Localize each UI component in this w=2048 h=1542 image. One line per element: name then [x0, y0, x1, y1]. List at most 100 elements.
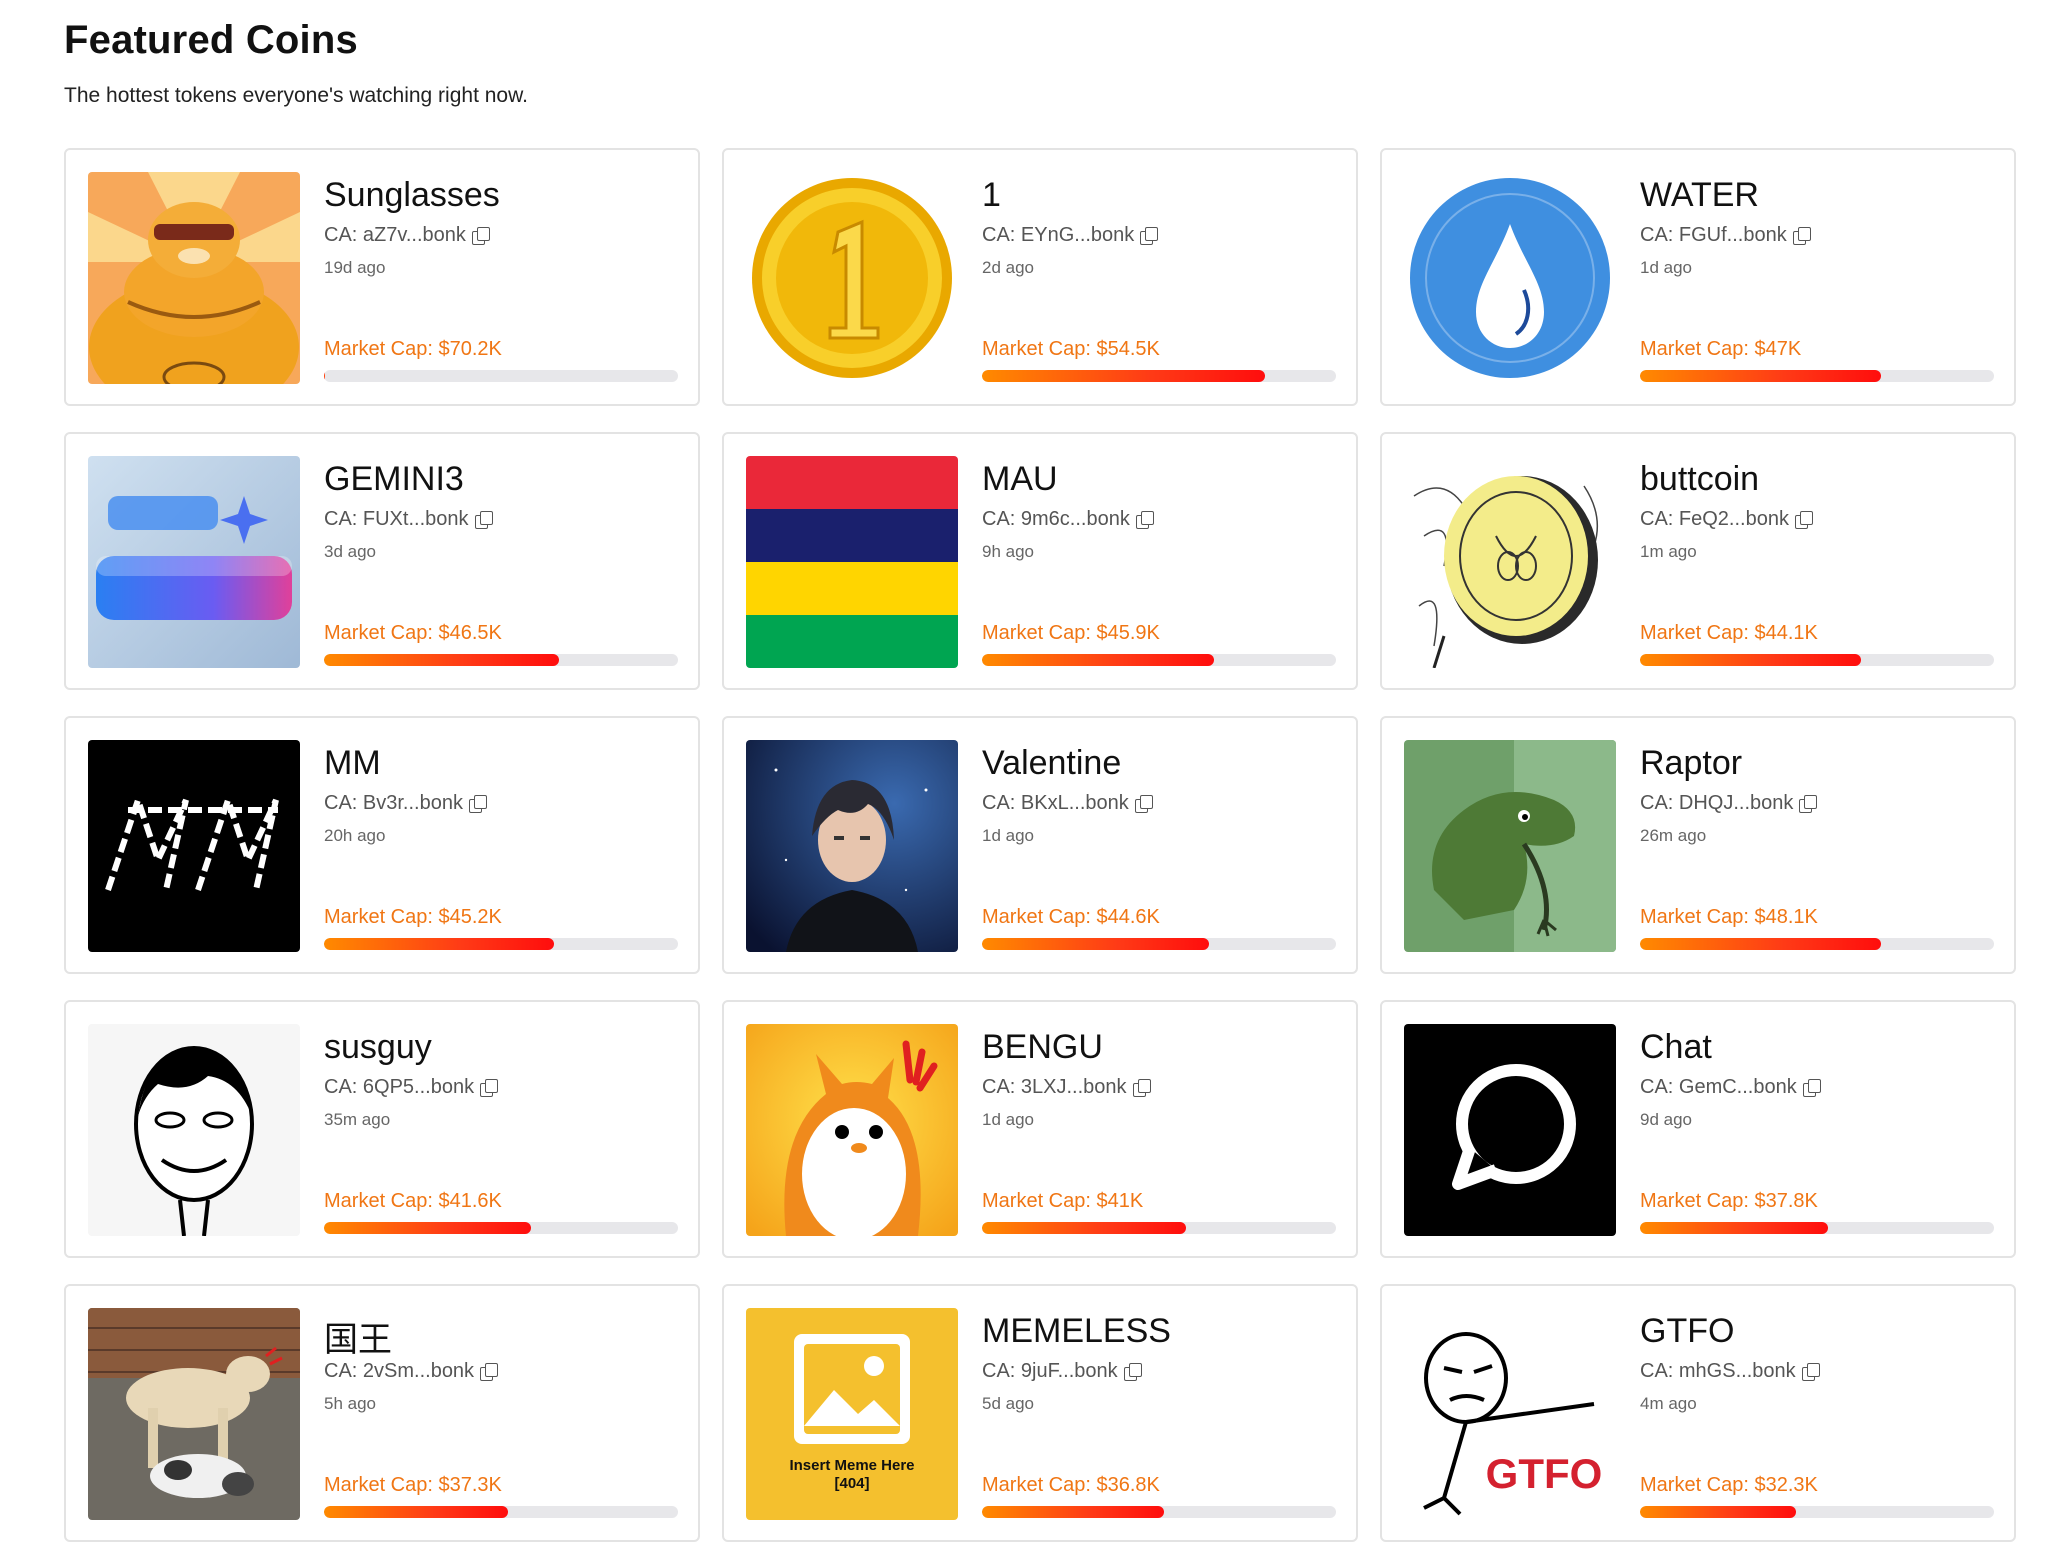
coin-card-water[interactable]: WATER CA: FGUf...bonk 1d ago Market Cap:…	[1380, 148, 2016, 406]
sus-face-meme-icon	[88, 1024, 300, 1236]
market-cap-progress-fill	[324, 938, 555, 950]
coin-age: 9d ago	[1640, 1110, 1692, 1129]
coin-card-susguy[interactable]: susguy CA: 6QP5...bonk 35m ago Market Ca…	[64, 1000, 700, 1258]
contract-address: CA: 3LXJ...bonk	[982, 1076, 1151, 1099]
contract-address-text: CA: Bv3r...bonk	[324, 792, 463, 814]
contract-address: CA: 6QP5...bonk	[324, 1076, 499, 1099]
market-cap-progress-fill	[982, 1506, 1165, 1518]
coin-card-chat[interactable]: Chat CA: GemC...bonk 9d ago Market Cap: …	[1380, 1000, 2016, 1258]
contract-address-text: CA: 9juF...bonk	[982, 1360, 1118, 1382]
market-cap-progress-bar	[982, 370, 1336, 382]
copy-icon[interactable]	[468, 794, 487, 813]
anime-man-portrait-icon	[746, 740, 958, 952]
copy-icon[interactable]	[1801, 1362, 1820, 1381]
coin-name: BENGU	[982, 1028, 1103, 1066]
copy-icon[interactable]	[474, 510, 493, 529]
coin-card-sunglasses[interactable]: Sunglasses CA: aZ7v...bonk 19d ago Marke…	[64, 148, 700, 406]
coin-name: MEMELESS	[982, 1312, 1171, 1350]
copy-icon[interactable]	[1794, 510, 1813, 529]
coin-card-valentine[interactable]: Valentine CA: BKxL...bonk 1d ago Market …	[722, 716, 1358, 974]
thumb-caption-1: Insert Meme Here	[789, 1457, 914, 1474]
coin-name: buttcoin	[1640, 460, 1760, 498]
copy-icon[interactable]	[1123, 1362, 1142, 1381]
contract-address: CA: FUXt...bonk	[324, 508, 493, 531]
coin-age: 5d ago	[982, 1394, 1034, 1413]
copy-icon[interactable]	[471, 226, 490, 245]
contract-address: CA: EYnG...bonk	[982, 224, 1159, 247]
market-cap: Market Cap: $36.8K	[982, 1474, 1160, 1496]
contract-address: CA: BKxL...bonk	[982, 792, 1153, 815]
orange-cat-sunglasses-icon	[88, 172, 300, 384]
coin-card-memeless[interactable]: Insert Meme Here [404] MEMELESS CA: 9juF…	[722, 1284, 1358, 1542]
coin-age: 2d ago	[982, 258, 1034, 277]
coin-age: 4m ago	[1640, 1394, 1697, 1413]
coin-card-mau[interactable]: MAU CA: 9m6c...bonk 9h ago Market Cap: $…	[722, 432, 1358, 690]
contract-address: CA: mhGS...bonk	[1640, 1360, 1820, 1383]
market-cap: Market Cap: $44.1K	[1640, 622, 1818, 644]
market-cap: Market Cap: $41.6K	[324, 1190, 502, 1212]
contract-address-text: CA: 6QP5...bonk	[324, 1076, 475, 1098]
market-cap-progress-fill	[324, 654, 560, 666]
coin-card-mm[interactable]: MM CA: Bv3r...bonk 20h ago Market Cap: $…	[64, 716, 700, 974]
copy-icon[interactable]	[1799, 794, 1818, 813]
market-cap-progress-bar	[982, 654, 1336, 666]
philosoraptor-icon	[1404, 740, 1616, 952]
contract-address-text: CA: 9m6c...bonk	[982, 508, 1130, 530]
coin-card-gemini3[interactable]: GEMINI3 CA: FUXt...bonk 3d ago Market Ca…	[64, 432, 700, 690]
google-gemini-logo-icon	[88, 456, 300, 668]
market-cap-progress-bar	[1640, 938, 1994, 950]
market-cap-progress-bar	[1640, 1506, 1994, 1518]
mauritius-flag-icon	[746, 456, 958, 668]
copy-icon[interactable]	[1802, 1078, 1821, 1097]
copy-icon[interactable]	[1135, 510, 1154, 529]
coin-card-bengu[interactable]: BENGU CA: 3LXJ...bonk 1d ago Market Cap:…	[722, 1000, 1358, 1258]
coin-age: 1m ago	[1640, 542, 1697, 561]
coin-name: MAU	[982, 460, 1058, 498]
coin-card-buttcoin[interactable]: buttcoin CA: FeQ2...bonk 1m ago Market C…	[1380, 432, 2016, 690]
market-cap: Market Cap: $70.2K	[324, 338, 502, 360]
coin-card-guowang[interactable]: 国王 CA: 2vSm...bonk 5h ago Market Cap: $3…	[64, 1284, 700, 1542]
market-cap-progress-bar	[1640, 1222, 1994, 1234]
coin-age: 35m ago	[324, 1110, 391, 1129]
market-cap: Market Cap: $44.6K	[982, 906, 1160, 928]
thumb-caption-2: [404]	[834, 1475, 869, 1492]
chat-bubble-icon	[1404, 1024, 1616, 1236]
market-cap-progress-fill	[324, 370, 326, 382]
coin-name: 国王	[324, 1321, 392, 1359]
market-cap-progress-bar	[982, 1506, 1336, 1518]
coin-card-raptor[interactable]: Raptor CA: DHQJ...bonk 26m ago Market Ca…	[1380, 716, 2016, 974]
image-placeholder-icon: Insert Meme Here [404]	[746, 1308, 958, 1520]
contract-address: CA: DHQJ...bonk	[1640, 792, 1818, 815]
coin-card-gtfo[interactable]: GTFO GTFO CA: mhGS...bonk 4m ago Market …	[1380, 1284, 2016, 1542]
coin-age: 5h ago	[324, 1394, 376, 1413]
copy-icon[interactable]	[480, 1362, 499, 1381]
copy-icon[interactable]	[1132, 1078, 1151, 1097]
copy-icon[interactable]	[1134, 794, 1153, 813]
contract-address-text: CA: 2vSm...bonk	[324, 1360, 475, 1382]
coin-age: 3d ago	[324, 542, 376, 561]
coin-name: WATER	[1640, 176, 1759, 214]
thumb-caption-1: GTFO	[1486, 1450, 1603, 1497]
coin-age: 1d ago	[1640, 258, 1692, 277]
mm-logo-icon	[88, 740, 300, 952]
market-cap: Market Cap: $37.3K	[324, 1474, 502, 1496]
market-cap: Market Cap: $45.2K	[324, 906, 502, 928]
coin-age: 20h ago	[324, 826, 386, 845]
contract-address: CA: FGUf...bonk	[1640, 224, 1811, 247]
dogs-photo-icon	[88, 1308, 300, 1520]
contract-address-text: CA: DHQJ...bonk	[1640, 792, 1794, 814]
coin-age: 1d ago	[982, 1110, 1034, 1129]
contract-address-text: CA: FGUf...bonk	[1640, 224, 1787, 246]
coin-card-1[interactable]: 1 CA: EYnG...bonk 2d ago Market Cap: $54…	[722, 148, 1358, 406]
copy-icon[interactable]	[1792, 226, 1811, 245]
market-cap: Market Cap: $32.3K	[1640, 1474, 1818, 1496]
copy-icon[interactable]	[480, 1078, 499, 1097]
market-cap-progress-fill	[1640, 654, 1862, 666]
market-cap-progress-fill	[1640, 1506, 1796, 1518]
market-cap-progress-bar	[982, 1222, 1336, 1234]
contract-address-text: CA: EYnG...bonk	[982, 224, 1135, 246]
contract-address: CA: GemC...bonk	[1640, 1076, 1821, 1099]
coin-age: 9h ago	[982, 542, 1034, 561]
coin-name: Sunglasses	[324, 176, 500, 214]
copy-icon[interactable]	[1140, 226, 1159, 245]
